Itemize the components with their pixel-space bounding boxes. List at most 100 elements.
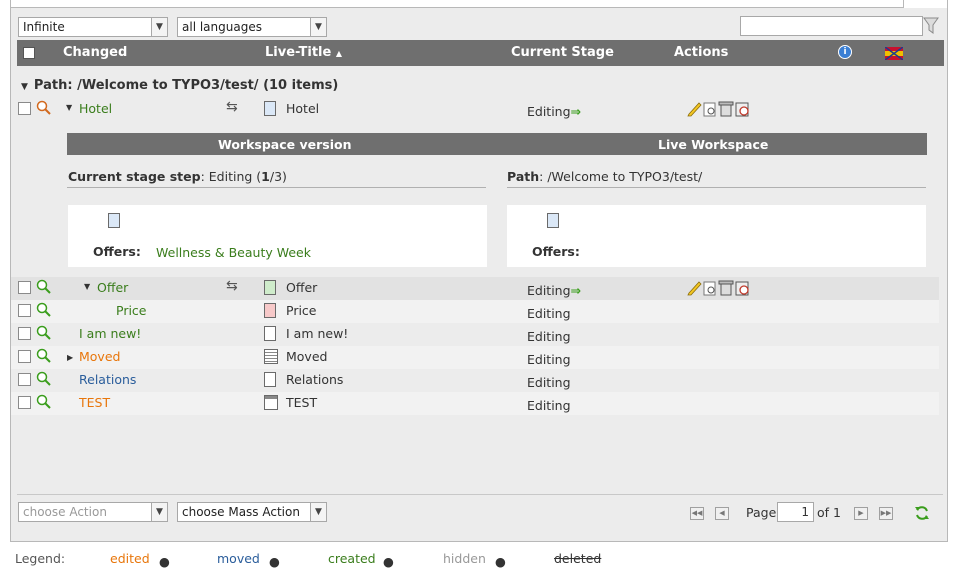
row-checkbox[interactable] xyxy=(18,102,31,115)
row-checkbox[interactable] xyxy=(18,327,31,340)
refresh-icon[interactable] xyxy=(914,505,930,521)
collapse-triangle-icon[interactable]: ▼ xyxy=(66,103,72,112)
detail-header: Workspace version Live Workspace xyxy=(67,133,927,155)
workspace-panel: Infinite ▼ all languages ▼ Changed Live-… xyxy=(10,8,948,542)
page-total: of 1 xyxy=(817,505,841,520)
delete-icon xyxy=(718,101,734,117)
stage-step-number: 1 xyxy=(261,169,270,184)
page-icon xyxy=(108,213,120,228)
edit-icon xyxy=(687,281,702,296)
row-stage: Editing⇒ xyxy=(527,104,581,119)
table-row: I am new! I am new! Editing xyxy=(11,323,939,346)
chevron-down-icon: ▼ xyxy=(151,503,167,521)
offers-value[interactable]: Wellness & Beauty Week xyxy=(156,245,311,260)
path-group-header[interactable]: ▼ Path: /Welcome to TYPO3/test/ (10 items… xyxy=(21,78,338,93)
collapse-triangle-icon: ▼ xyxy=(21,82,28,92)
search-icon[interactable] xyxy=(36,279,52,295)
page-icon xyxy=(264,372,276,387)
row-stage: Editing xyxy=(527,329,571,344)
top-border-strip xyxy=(10,0,948,8)
col-changed[interactable]: Changed xyxy=(63,45,127,60)
legend-separator: ● xyxy=(495,554,506,569)
info-icon[interactable]: i xyxy=(838,45,852,59)
window-page-icon xyxy=(264,395,278,410)
table-row: Price Price Editing xyxy=(11,300,939,323)
legend-created: created xyxy=(328,551,376,566)
row-live-title: TEST xyxy=(286,395,318,410)
path-label: Path xyxy=(507,169,540,184)
mass-action-select[interactable]: choose Mass Action ▼ xyxy=(177,502,327,522)
select-all-checkbox[interactable] xyxy=(23,47,35,59)
search-input[interactable] xyxy=(740,16,923,36)
depth-select[interactable]: Infinite ▼ xyxy=(18,17,168,37)
mass-action-select-value: choose Mass Action xyxy=(182,505,300,519)
search-icon[interactable] xyxy=(36,371,52,387)
row-changed-title[interactable]: TEST xyxy=(79,395,110,410)
last-page-icon[interactable]: ▶▶ xyxy=(879,507,893,520)
row-changed-title[interactable]: Relations xyxy=(79,372,136,387)
row-stage: Editing xyxy=(527,306,571,321)
live-content-box: Offers: xyxy=(507,205,926,267)
flag-icon[interactable] xyxy=(885,47,903,60)
row-changed-title[interactable]: I am new! xyxy=(79,326,141,341)
search-icon[interactable] xyxy=(36,100,52,116)
row-checkbox[interactable] xyxy=(18,350,31,363)
expand-triangle-icon[interactable]: ▶ xyxy=(67,353,73,362)
swap-arrows-icon: ⇆ xyxy=(226,278,238,294)
grid-header: Changed Live-Title ▲ Current Stage Actio… xyxy=(17,40,944,66)
row-changed-title[interactable]: Offer xyxy=(97,280,128,295)
language-select[interactable]: all languages ▼ xyxy=(177,17,327,37)
action-select[interactable]: choose Action ▼ xyxy=(18,502,168,522)
search-icon[interactable] xyxy=(36,325,52,341)
page-icon xyxy=(264,280,276,295)
legend-deleted: deleted xyxy=(554,551,602,566)
path-info: Path: /Welcome to TYPO3/test/ xyxy=(507,169,703,184)
row-checkbox[interactable] xyxy=(18,373,31,386)
page-label: Page xyxy=(746,505,777,520)
col-current-stage[interactable]: Current Stage xyxy=(511,45,614,60)
filter-icon[interactable] xyxy=(923,17,939,35)
legend-separator: ● xyxy=(269,554,280,569)
legend-hidden: hidden xyxy=(443,551,486,566)
sort-asc-icon: ▲ xyxy=(335,49,343,58)
history-icon xyxy=(735,281,749,296)
workspace-version-header: Workspace version xyxy=(218,137,352,152)
page-icon xyxy=(547,213,559,228)
col-live-title[interactable]: Live-Title ▲ xyxy=(265,45,342,60)
first-page-icon[interactable]: ◀◀ xyxy=(690,507,704,520)
row-checkbox[interactable] xyxy=(18,304,31,317)
row-live-title: I am new! xyxy=(286,326,349,341)
row-live-title: Price xyxy=(286,303,317,318)
offers-live-label: Offers: xyxy=(532,244,580,259)
row-changed-title[interactable]: Moved xyxy=(79,349,120,364)
row-changed-title[interactable]: Price xyxy=(116,303,147,318)
page-number-input[interactable]: 1 xyxy=(777,502,814,522)
next-page-icon[interactable]: ▶ xyxy=(854,507,868,520)
page-icon xyxy=(264,303,276,318)
page-icon xyxy=(264,326,276,341)
live-workspace-header: Live Workspace xyxy=(658,137,769,152)
row-checkbox[interactable] xyxy=(18,396,31,409)
search-icon[interactable] xyxy=(36,394,52,410)
version-detail-panel: Workspace version Live Workspace Current… xyxy=(67,133,927,276)
row-actions xyxy=(687,101,749,117)
stage-step-label: Current stage step xyxy=(68,169,201,184)
row-live-title: Hotel xyxy=(286,101,320,116)
next-stage-arrow-icon[interactable]: ⇒ xyxy=(571,283,581,298)
col-actions: Actions xyxy=(674,45,729,60)
divider xyxy=(67,187,486,188)
legend-separator: ● xyxy=(383,554,394,569)
offers-label: Offers: xyxy=(93,244,141,259)
stage-step-value: Editing xyxy=(208,169,253,184)
row-changed-title[interactable]: Hotel xyxy=(79,101,112,116)
next-stage-arrow-icon[interactable]: ⇒ xyxy=(571,104,581,119)
prev-page-icon[interactable]: ◀ xyxy=(715,507,729,520)
legend-moved: moved xyxy=(217,551,260,566)
action-select-value: choose Action xyxy=(23,505,107,519)
search-icon[interactable] xyxy=(36,348,52,364)
row-stage: Editing xyxy=(527,375,571,390)
row-checkbox[interactable] xyxy=(18,281,31,294)
collapse-triangle-icon[interactable]: ▼ xyxy=(84,282,90,291)
preview-icon xyxy=(703,281,716,296)
search-icon[interactable] xyxy=(36,302,52,318)
